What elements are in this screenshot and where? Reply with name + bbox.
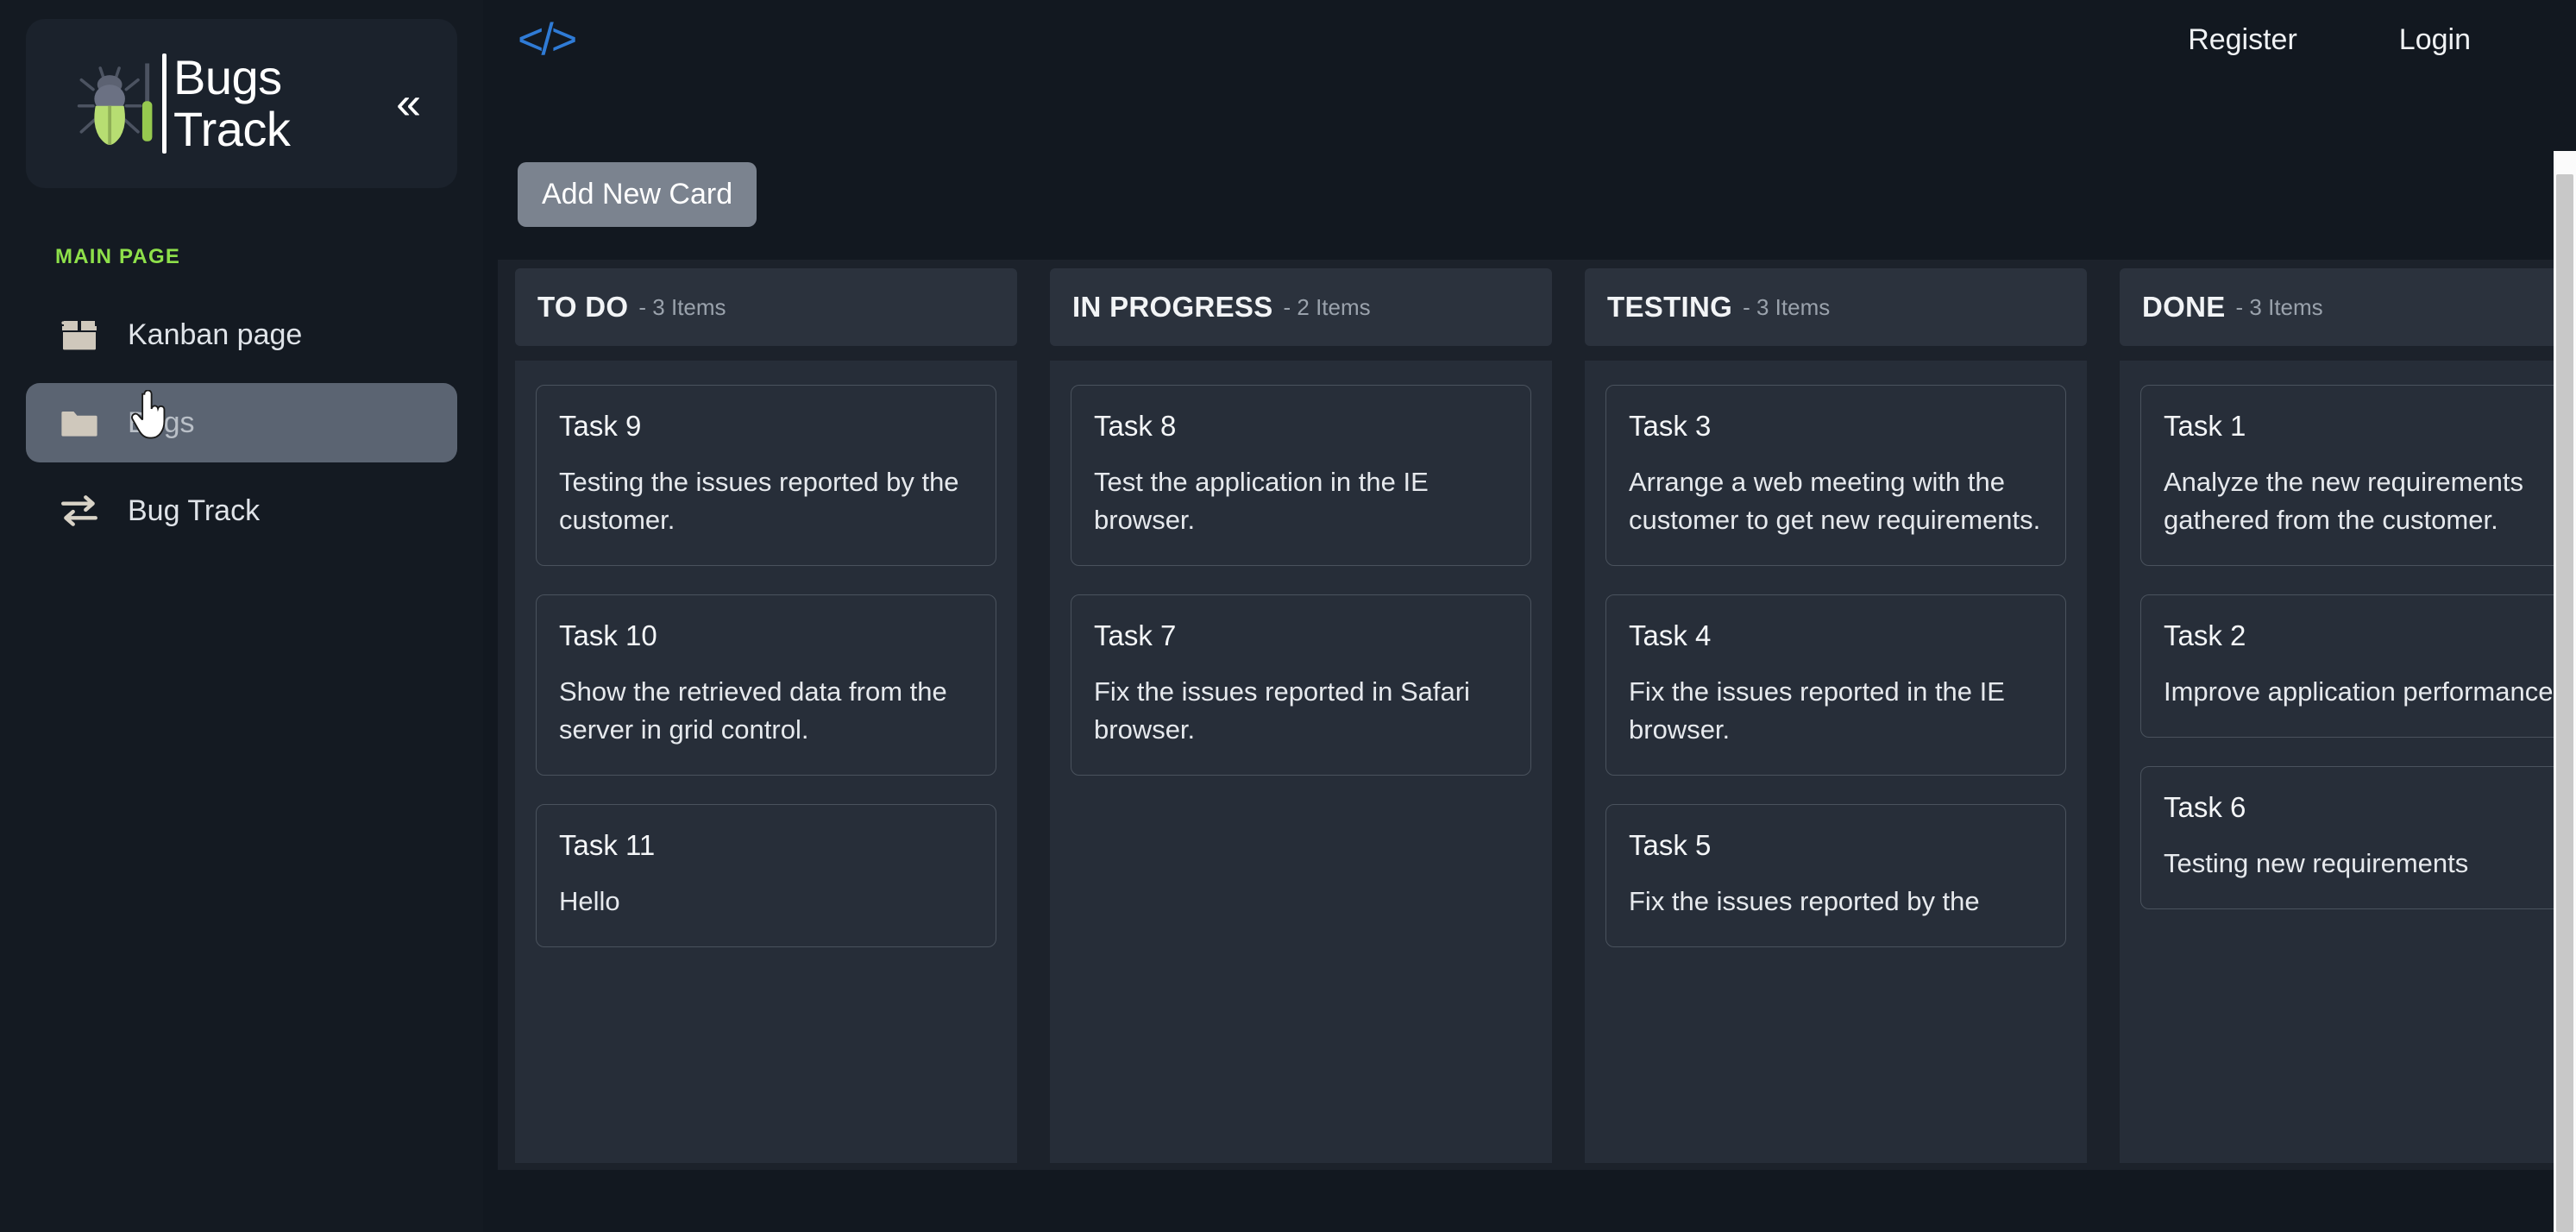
folder-icon <box>57 400 102 445</box>
task-card-description: Testing new requirements <box>2164 848 2469 879</box>
task-card-title: Task 3 <box>1629 410 1712 442</box>
task-card-description: Fix the issues reported in Safari browse… <box>1094 676 1470 745</box>
task-card[interactable]: Task 9 Testing the issues reported by the… <box>536 385 996 567</box>
task-card-title: Task 9 <box>559 410 642 442</box>
box-icon <box>57 312 102 357</box>
column-title: TO DO <box>537 291 629 323</box>
task-card-title: Task 10 <box>559 619 657 652</box>
main-content: </> Register Login Add New Card TO DO - 3… <box>483 0 2576 1232</box>
task-card-description: Hello <box>559 886 620 917</box>
code-brackets-icon[interactable]: </> <box>518 14 577 66</box>
task-card[interactable]: Task 4 Fix the issues reported in the IE … <box>1605 594 2066 776</box>
login-link[interactable]: Login <box>2385 16 2485 64</box>
task-card-title: Task 11 <box>559 829 656 862</box>
app-root: Bugs Track « MAIN PAGE Kanban page Bugs … <box>0 0 2576 1232</box>
task-card[interactable]: Task 8 Test the application in the IE bro… <box>1071 385 1531 567</box>
column-card-list: Task 3 Arrange a web meeting with the cus… <box>1585 361 2087 1163</box>
kanban-column: DONE - 3 Items Task 1 Analyze the new requi… <box>2102 260 2576 1163</box>
task-card-title: Task 7 <box>1094 619 1177 652</box>
sidebar-section-label: MAIN PAGE <box>55 245 181 268</box>
task-card-description: Improve application performance <box>2164 676 2554 707</box>
brand-divider <box>162 53 166 154</box>
task-card-description: Fix the issues reported in the IE browse… <box>1629 676 2005 745</box>
sidebar-item-kanban-page[interactable]: Kanban page <box>26 295 457 374</box>
topbar: </> Register Login <box>483 0 2576 79</box>
sidebar-nav: Kanban page Bugs Bug Track <box>21 295 462 550</box>
task-card-description: Analyze the new requirements gathered fr… <box>2164 467 2524 536</box>
kanban-column: IN PROGRESS - 2 Items Task 8 Test the appli… <box>1033 260 1561 1163</box>
task-card[interactable]: Task 7 Fix the issues reported in Safari … <box>1071 594 1531 776</box>
sidebar-item-label: Bugs <box>128 405 195 439</box>
column-header: IN PROGRESS - 2 Items <box>1050 268 1552 346</box>
task-card[interactable]: Task 5 Fix the issues reported by the <box>1605 804 2066 948</box>
sidebar-item-bugs[interactable]: Bugs <box>26 383 457 462</box>
task-card-title: Task 1 <box>2164 410 2246 442</box>
sidebar: Bugs Track « MAIN PAGE Kanban page Bugs … <box>0 0 483 1232</box>
sidebar-item-label: Bug Track <box>128 493 261 527</box>
sidebar-collapse-icon[interactable]: « <box>391 72 426 135</box>
task-card-description: Test the application in the IE browser. <box>1094 467 1429 536</box>
task-card-title: Task 2 <box>2164 619 2246 652</box>
transfer-arrows-icon <box>57 488 102 533</box>
kanban-column: TO DO - 3 Items Task 9 Testing the issues r… <box>498 260 1026 1163</box>
column-header: TESTING - 3 Items <box>1585 268 2087 346</box>
task-card[interactable]: Task 6 Testing new requirements <box>2140 766 2576 910</box>
task-card-description: Show the retrieved data from the server … <box>559 676 947 745</box>
column-card-list: Task 9 Testing the issues reported by the… <box>515 361 1017 1163</box>
task-card[interactable]: Task 10 Show the retrieved data from the … <box>536 594 996 776</box>
column-card-list: Task 8 Test the application in the IE bro… <box>1050 361 1552 1163</box>
task-card-description: Testing the issues reported by the custo… <box>559 467 959 536</box>
column-item-count: - 3 Items <box>1743 293 1831 320</box>
column-card-list: Task 1 Analyze the new requirements gathe… <box>2120 361 2576 1163</box>
column-item-count: - 2 Items <box>1283 293 1371 320</box>
column-title: TESTING <box>1607 291 1733 323</box>
column-item-count: - 3 Items <box>2235 293 2323 320</box>
sidebar-item-label: Kanban page <box>128 317 303 351</box>
task-card-title: Task 5 <box>1629 829 1712 862</box>
task-card-title: Task 4 <box>1629 619 1712 652</box>
register-link[interactable]: Register <box>2174 16 2311 64</box>
sidebar-item-bug-track[interactable]: Bug Track <box>26 471 457 550</box>
column-header: TO DO - 3 Items <box>515 268 1017 346</box>
column-title: IN PROGRESS <box>1072 291 1273 323</box>
task-card-title: Task 6 <box>2164 791 2246 824</box>
task-card[interactable]: Task 1 Analyze the new requirements gathe… <box>2140 385 2576 567</box>
task-card-description: Fix the issues reported by the <box>1629 886 1980 917</box>
task-card[interactable]: Task 11 Hello <box>536 804 996 948</box>
bug-screwdriver-icon <box>77 63 153 145</box>
column-title: DONE <box>2142 291 2226 323</box>
page-scrollbar[interactable] <box>2554 151 2576 1232</box>
scrollbar-thumb[interactable] <box>2556 174 2573 1232</box>
add-new-card-button[interactable]: Add New Card <box>518 162 757 227</box>
task-card[interactable]: Task 2 Improve application performance <box>2140 594 2576 739</box>
kanban-column: TESTING - 3 Items Task 3 Arrange a web meet… <box>1568 260 2095 1163</box>
task-card-description: Arrange a web meeting with the customer … <box>1629 467 2041 536</box>
kanban-board: TO DO - 3 Items Task 9 Testing the issues r… <box>498 260 2576 1170</box>
column-header: DONE - 3 Items <box>2120 268 2576 346</box>
brand-logo: Bugs Track <box>74 49 374 156</box>
task-card[interactable]: Task 3 Arrange a web meeting with the cus… <box>1605 385 2066 567</box>
brand-title: Bugs Track <box>173 49 291 156</box>
brand-card: Bugs Track « <box>26 19 457 188</box>
task-card-title: Task 8 <box>1094 410 1177 442</box>
column-item-count: - 3 Items <box>638 293 726 320</box>
